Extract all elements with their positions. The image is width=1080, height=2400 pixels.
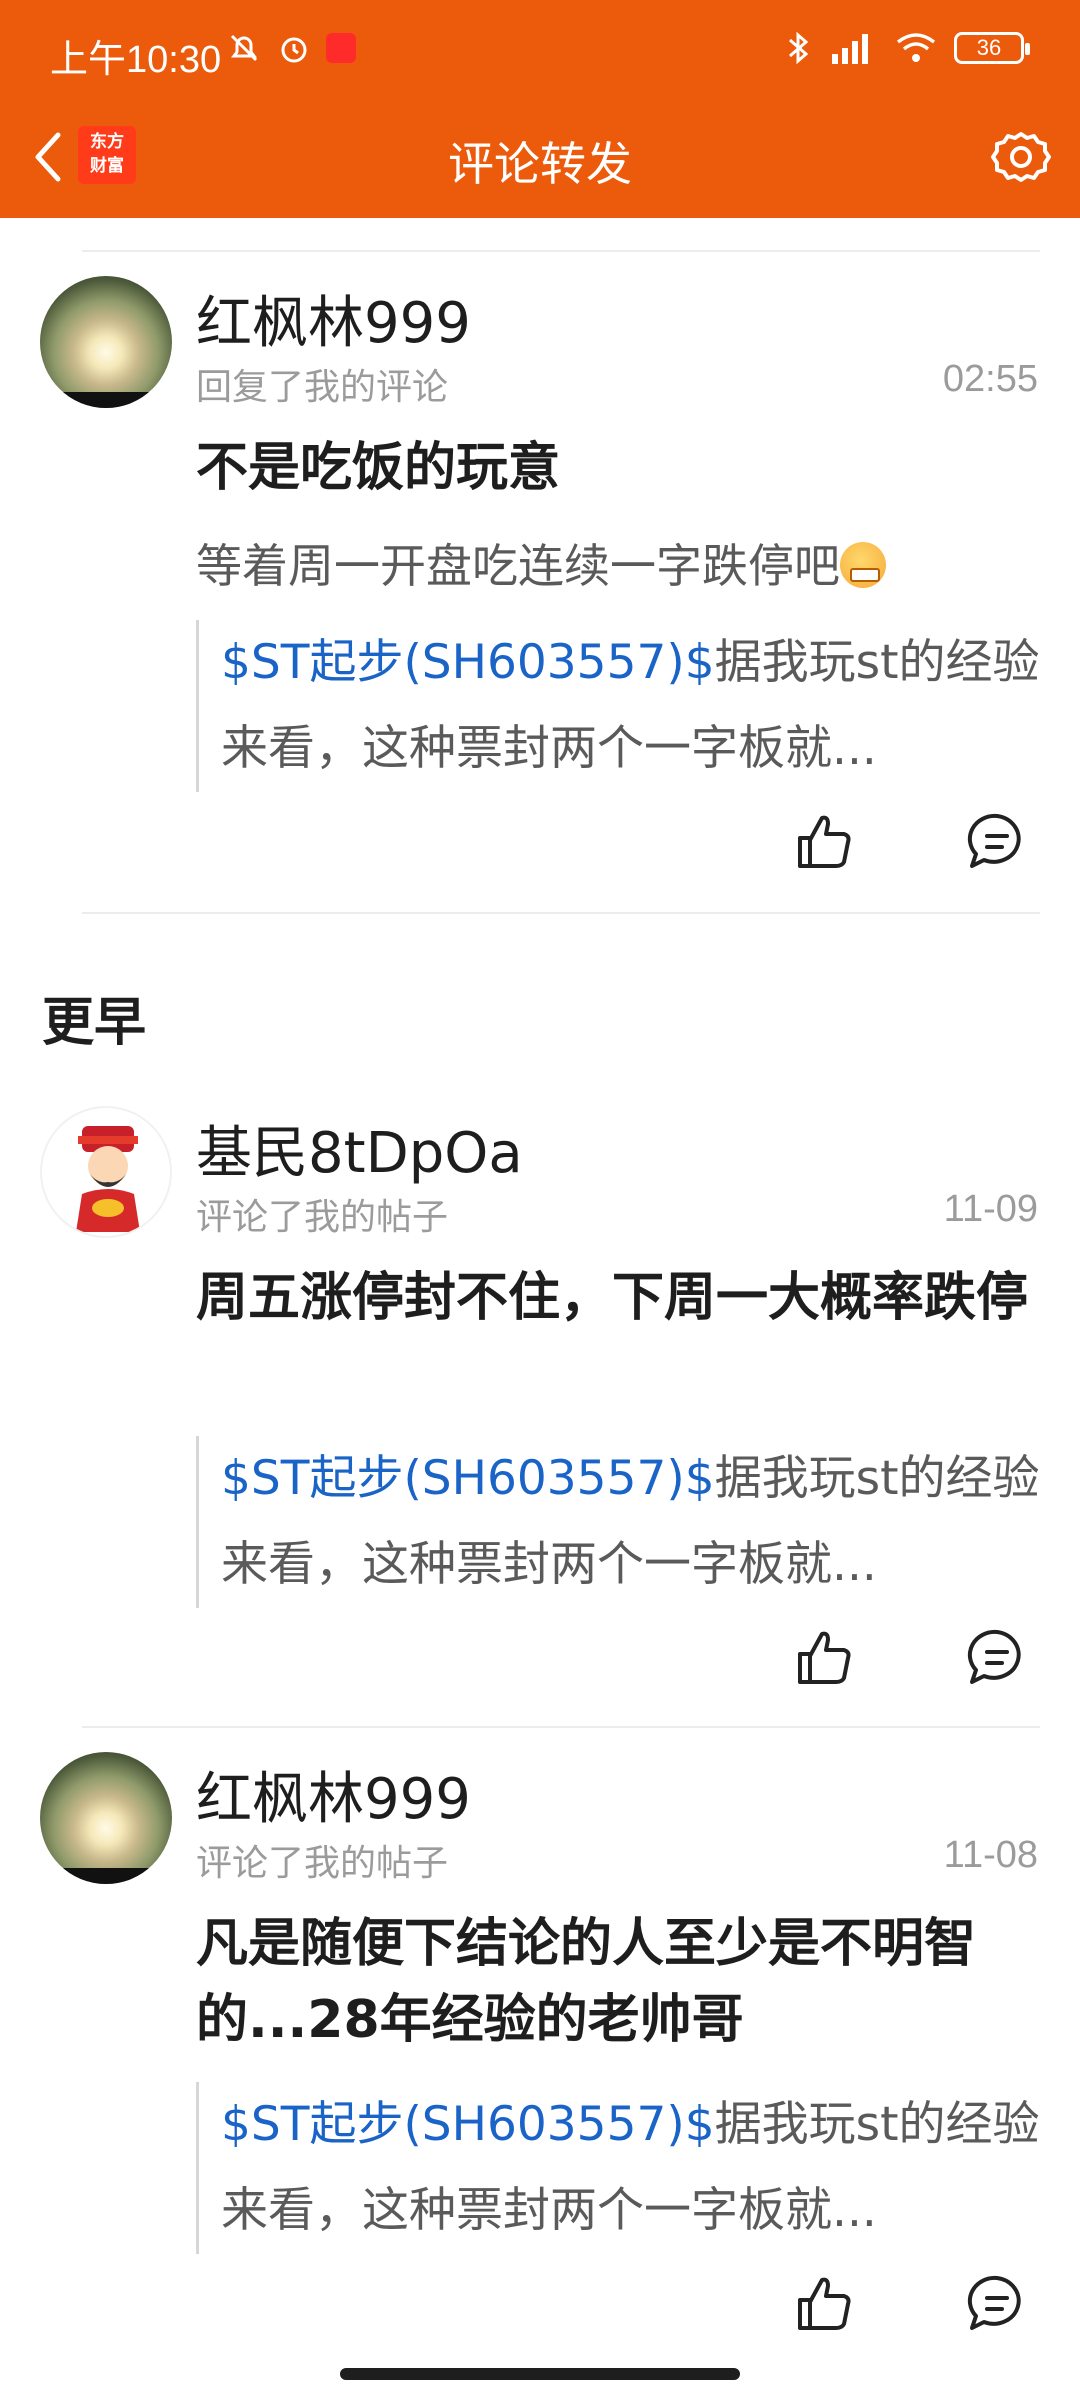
status-right-icons: 36 bbox=[786, 30, 1030, 66]
gear-icon bbox=[991, 132, 1051, 182]
thumbs-up-icon[interactable] bbox=[790, 2268, 860, 2338]
status-time: 上午10:30 bbox=[50, 39, 222, 81]
settings-button[interactable] bbox=[986, 122, 1056, 192]
top-bar: 上午10:30 36 东方 财富 评论转发 bbox=[0, 0, 1080, 218]
comment-icon[interactable] bbox=[962, 2268, 1032, 2338]
comment-subtext-text: 等着周一开盘吃连续一字跌停吧 bbox=[196, 539, 840, 593]
battery-icon: 36 bbox=[954, 32, 1030, 64]
user-name[interactable]: 红枫林999 bbox=[196, 1754, 471, 1835]
divider bbox=[82, 912, 1040, 914]
bluetooth-icon bbox=[789, 31, 809, 65]
avatar[interactable] bbox=[40, 276, 172, 408]
thumbs-up-icon[interactable] bbox=[790, 1622, 860, 1692]
action-row bbox=[0, 1622, 1080, 1692]
grin-emoji-icon bbox=[840, 542, 886, 588]
action-text: 回复了我的评论 bbox=[196, 367, 449, 408]
comment-icon[interactable] bbox=[962, 1622, 1032, 1692]
user-name[interactable]: 红枫林999 bbox=[196, 278, 471, 359]
signal-icon bbox=[832, 34, 868, 64]
action-text: 评论了我的帖子 bbox=[196, 1843, 449, 1884]
action-row bbox=[0, 806, 1080, 876]
comment-headline: 周五涨停封不住，下周一大概率跌停 bbox=[196, 1268, 1029, 1328]
title-bar: 东方 财富 评论转发 bbox=[0, 100, 1080, 218]
timestamp: 02:55 bbox=[942, 358, 1038, 400]
quoted-post[interactable]: $ST起步(SH603557)$据我玩st的经验来看，这种票封两个一字板就... bbox=[196, 620, 1046, 792]
status-left-icons bbox=[226, 30, 356, 66]
avatar[interactable] bbox=[40, 1752, 172, 1884]
stock-link[interactable]: $ST起步(SH603557)$ bbox=[221, 1451, 715, 1506]
mute-bell-icon bbox=[230, 34, 258, 62]
home-indicator[interactable] bbox=[340, 2368, 740, 2380]
stock-link[interactable]: $ST起步(SH603557)$ bbox=[221, 635, 715, 690]
quoted-post[interactable]: $ST起步(SH603557)$据我玩st的经验来看，这种票封两个一字板就... bbox=[196, 1436, 1046, 1608]
user-name[interactable]: 基民8tDpOa bbox=[196, 1108, 523, 1189]
timestamp: 11-08 bbox=[943, 1834, 1038, 1876]
timestamp: 11-09 bbox=[943, 1188, 1038, 1230]
divider bbox=[82, 250, 1040, 252]
app-notification-icon bbox=[326, 33, 356, 63]
section-header: 更早 bbox=[42, 993, 147, 1053]
comment-icon[interactable] bbox=[962, 806, 1032, 876]
quoted-post[interactable]: $ST起步(SH603557)$据我玩st的经验来看，这种票封两个一字板就... bbox=[196, 2082, 1046, 2254]
action-text: 评论了我的帖子 bbox=[196, 1197, 449, 1238]
wifi-icon bbox=[896, 33, 936, 62]
status-bar: 上午10:30 36 bbox=[0, 0, 1080, 100]
thumbs-up-icon[interactable] bbox=[790, 806, 860, 876]
fortune-god-avatar-icon bbox=[76, 1126, 140, 1232]
divider bbox=[82, 1726, 1040, 1728]
comment-headline: 不是吃饭的玩意 bbox=[196, 438, 561, 498]
alarm-icon bbox=[281, 37, 307, 63]
page-title: 评论转发 bbox=[448, 137, 632, 191]
stock-link[interactable]: $ST起步(SH603557)$ bbox=[221, 2097, 715, 2152]
action-row bbox=[0, 2268, 1080, 2338]
comment-subtext: 等着周一开盘吃连续一字跌停吧 bbox=[196, 530, 1056, 596]
avatar[interactable] bbox=[40, 1106, 172, 1238]
comment-headline: 凡是随便下结论的人至少是不明智的...28年经验的老帅哥 bbox=[196, 1914, 977, 2050]
